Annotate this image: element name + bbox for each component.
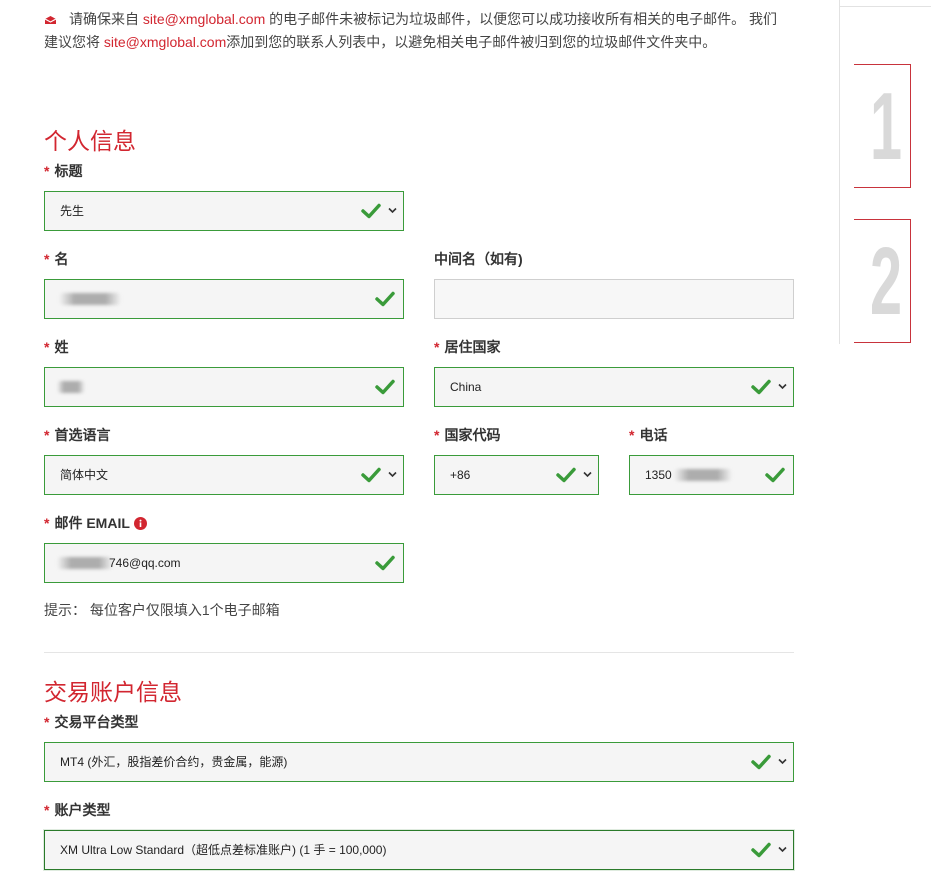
notice-text-before: 请确保来自 — [69, 11, 139, 27]
chevron-down-icon — [778, 758, 787, 765]
redacted-value — [674, 469, 732, 481]
chevron-down-icon — [778, 846, 787, 853]
check-icon — [361, 203, 381, 219]
envelope-icon — [44, 16, 57, 24]
email-notice: 请确保来自 site@xmglobal.com 的电子邮件未被标记为垃圾邮件，以… — [44, 8, 789, 54]
language-value: 简体中文 — [60, 468, 109, 482]
first-name-input[interactable] — [44, 279, 404, 319]
platform-value: MT4 (外汇，股指差价合约，贵金属，能源) — [60, 755, 288, 769]
country-value: China — [450, 380, 482, 394]
redacted-value — [57, 381, 85, 393]
personal-info-title: 个人信息 — [44, 128, 136, 154]
check-icon — [765, 467, 785, 483]
check-icon — [375, 291, 395, 307]
info-icon[interactable] — [133, 517, 147, 530]
salutation-value: 先生 — [60, 204, 85, 218]
salutation-label: * 标题 — [44, 163, 83, 179]
platform-label: * 交易平台类型 — [44, 714, 139, 730]
country-code-select[interactable]: +86 — [434, 455, 599, 495]
check-icon — [751, 842, 771, 858]
notice-email-1: site@xmglobal.com — [142, 11, 266, 27]
chevron-down-icon — [583, 471, 592, 478]
check-icon — [751, 754, 771, 770]
country-code-label: * 国家代码 — [434, 427, 501, 443]
chevron-down-icon — [778, 383, 787, 390]
email-label: * 邮件 EMAIL — [44, 513, 147, 533]
chevron-down-icon — [388, 207, 397, 214]
step-2[interactable]: 2 — [854, 219, 911, 343]
account-type-value: XM Ultra Low Standard（超低点差标准账户) (1 手 = 1… — [60, 843, 387, 857]
trading-info-title: 交易账户信息 — [44, 679, 182, 705]
check-icon — [556, 467, 576, 483]
email-hint: 提示： 每位客户仅限填入1个电子邮箱 — [44, 602, 280, 618]
step-indicator: 1 2 — [839, 0, 931, 344]
country-select[interactable]: China — [434, 367, 794, 407]
last-name-label: * 姓 — [44, 339, 69, 355]
phone-label: * 电话 — [629, 427, 668, 443]
notice-text-after: 添加到您的联系人列表中，以避免相关电子邮件被归到您的垃圾邮件文件夹中。 — [226, 34, 717, 50]
check-icon — [751, 379, 771, 395]
middle-name-label: 中间名（如有) — [434, 251, 523, 267]
salutation-select[interactable]: 先生 — [44, 191, 404, 231]
country-code-value: +86 — [450, 468, 471, 482]
account-type-select[interactable]: XM Ultra Low Standard（超低点差标准账户) (1 手 = 1… — [44, 830, 794, 870]
language-select[interactable]: 简体中文 — [44, 455, 404, 495]
step-1[interactable]: 1 — [854, 64, 911, 188]
platform-select[interactable]: MT4 (外汇，股指差价合约，贵金属，能源) — [44, 742, 794, 782]
check-icon — [361, 467, 381, 483]
middle-name-input[interactable] — [434, 279, 794, 319]
redacted-value — [57, 557, 113, 569]
redacted-value — [59, 293, 121, 305]
first-name-label: * 名 — [44, 251, 69, 267]
account-type-label: * 账户类型 — [44, 802, 111, 818]
language-label: * 首选语言 — [44, 427, 111, 443]
phone-input[interactable]: 1350 — [629, 455, 794, 495]
step-2-number: 2 — [870, 228, 903, 335]
last-name-input[interactable] — [44, 367, 404, 407]
section-divider — [44, 652, 794, 653]
check-icon — [375, 555, 395, 571]
notice-email-2: site@xmglobal.com — [103, 34, 227, 50]
email-input[interactable]: 746@qq.com — [44, 543, 404, 583]
step-1-number: 1 — [870, 73, 903, 180]
chevron-down-icon — [388, 471, 397, 478]
country-label: * 居住国家 — [434, 339, 501, 355]
check-icon — [375, 379, 395, 395]
email-value: 746@qq.com — [109, 556, 181, 570]
phone-value: 1350 — [645, 468, 672, 482]
